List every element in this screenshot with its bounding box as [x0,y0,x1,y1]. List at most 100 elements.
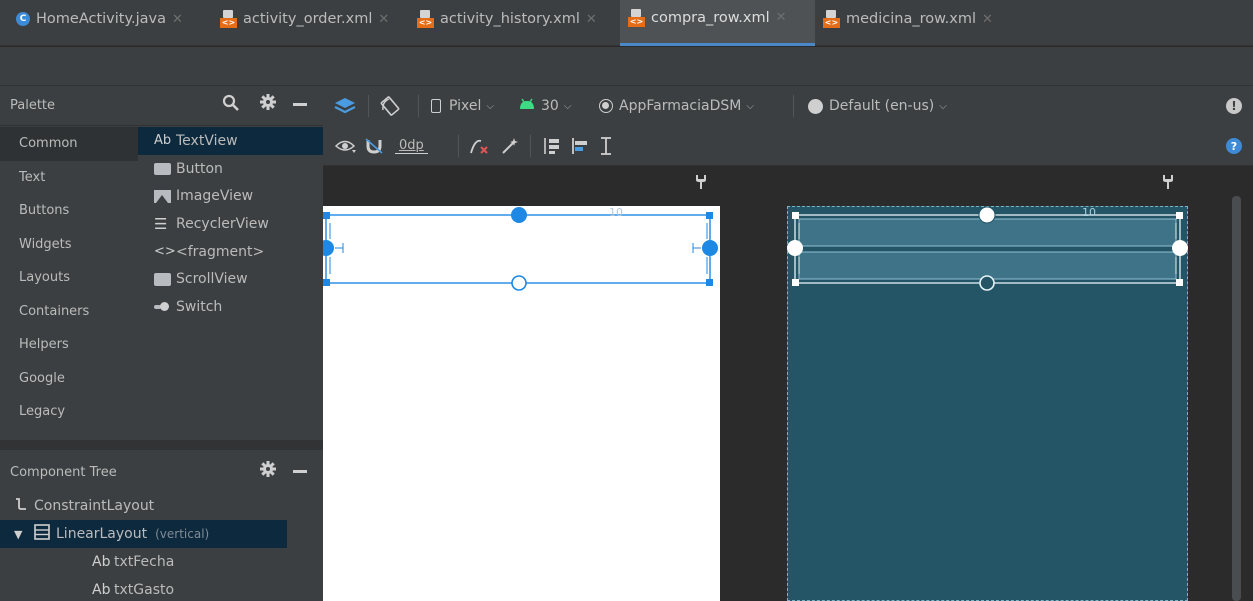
expand-arrow-icon[interactable]: ▼ [14,528,34,541]
search-icon[interactable] [222,94,240,117]
orientation-icon[interactable] [380,86,400,126]
warning-icon[interactable]: ! [1226,86,1242,126]
item-label: Switch [176,298,223,315]
infer-constraints-icon[interactable] [500,126,520,166]
palette-categories: Common Text Buttons Widgets Layouts Cont… [0,127,138,429]
tree-row-linearlayout[interactable]: ▼ LinearLayout (vertical) [0,520,287,548]
globe-icon [808,98,823,114]
palette-item-button[interactable]: Button [138,155,323,183]
close-icon[interactable]: ✕ [172,12,183,27]
category-widgets[interactable]: Widgets [0,228,138,262]
gear-icon[interactable] [259,93,277,116]
palette-item-recyclerview[interactable]: ☰ RecyclerView [138,210,323,238]
palette-item-fragment[interactable]: <> <fragment> [138,238,323,266]
device-selector[interactable]: Pixel ⌵ [431,86,494,126]
blueprint-preview[interactable]: 10 [787,206,1188,601]
selection-overlay [323,207,718,291]
close-icon[interactable]: ✕ [378,12,389,27]
theme-selector[interactable]: AppFarmaciaDSM ⌵ [599,86,754,126]
tab-label: HomeActivity.java [36,11,166,27]
category-containers[interactable]: Containers [0,295,138,329]
component-tree-title: Component Tree [10,465,117,480]
palette-title: Palette [10,98,56,113]
close-icon[interactable]: ✕ [982,12,993,27]
chevron-down-icon: ⌵ [563,100,572,112]
switch-icon [154,302,176,312]
gear-icon[interactable] [259,460,277,483]
locale-selector[interactable]: Default (en-us) ⌵ [808,86,947,126]
category-common[interactable]: Common [0,127,138,161]
magnet-off-icon[interactable] [364,126,384,166]
list-icon: ☰ [154,214,168,233]
close-icon[interactable]: ✕ [776,10,787,25]
api-level-selector[interactable]: 30 ⌵ [519,86,571,126]
minimize-icon[interactable] [293,470,307,473]
wrench-icon[interactable] [695,174,707,194]
design-surface-icon[interactable] [334,86,356,126]
design-toolbar: Pixel ⌵ 30 ⌵ AppFarmaciaDSM ⌵ Default (en-u… [323,86,1253,126]
chevron-down-icon: ⌵ [746,100,754,112]
guidelines-icon[interactable] [598,126,614,166]
tab-activity-order[interactable]: <> activity_order.xml ✕ [212,0,409,46]
category-layouts[interactable]: Layouts [0,261,138,295]
palette-item-scrollview[interactable]: ScrollView [138,265,323,293]
xml-layout-icon: <> [823,10,840,28]
tree-row-label: LinearLayout [56,526,148,542]
tab-label: medicina_row.xml [846,11,976,27]
code-brackets-icon: <> [154,244,176,260]
canvas-scrollbar[interactable] [1232,196,1241,601]
tree-row-txtfecha[interactable]: Ab txtFecha [0,548,287,576]
tab-label: compra_row.xml [651,9,770,26]
help-icon[interactable]: ? [1226,126,1242,166]
palette-panel: Palette Common Text Buttons Widgets Layo… [0,86,323,440]
default-margin-field[interactable]: 0dp [395,126,428,166]
tab-activity-history[interactable]: <> activity_history.xml ✕ [409,0,620,46]
align-left-icon[interactable] [570,126,590,166]
category-google[interactable]: Google [0,362,138,396]
locale-label: Default (en-us) [829,98,935,114]
tree-row-orientation: (vertical) [155,527,210,541]
item-label: <fragment> [176,243,265,260]
category-buttons[interactable]: Buttons [0,194,138,228]
palette-item-imageview[interactable]: ImageView [138,182,323,210]
tab-label: activity_history.xml [440,11,580,27]
item-label: RecyclerView [176,215,269,232]
wrench-icon[interactable] [1162,174,1174,194]
tab-home-activity[interactable]: C HomeActivity.java ✕ [0,0,212,46]
blueprint-overlay [787,206,1188,291]
component-tree-panel: Component Tree ConstraintLayout ▼ Linear… [0,440,323,601]
minimize-icon[interactable] [293,103,307,106]
design-canvas[interactable]: 10 10 [323,166,1253,601]
pack-icon[interactable] [541,126,561,166]
item-label: ScrollView [176,271,248,288]
constraint-layout-icon [14,497,34,515]
eye-icon[interactable] [335,126,357,166]
item-label: TextView [176,132,238,149]
tree-row-txtgasto[interactable]: Ab txtGasto [0,576,287,601]
layout-tools-toolbar: 0dp ? [323,126,1253,166]
category-helpers[interactable]: Helpers [0,328,138,362]
tab-compra-row[interactable]: <> compra_row.xml ✕ [620,0,815,46]
category-legacy[interactable]: Legacy [0,395,138,429]
clear-constraints-icon[interactable] [469,126,489,166]
tree-row-label: txtGasto [114,582,175,598]
palette-item-switch[interactable]: Switch [138,293,323,321]
palette-header: Palette [0,86,323,126]
image-icon [154,189,171,203]
component-tree-header: Component Tree [0,450,323,492]
theme-icon [599,99,613,113]
textview-icon: Ab [154,133,172,149]
api-label: 30 [541,98,559,114]
margin-label: 10 [1082,206,1096,219]
close-icon[interactable]: ✕ [586,12,597,27]
java-class-icon: C [16,12,30,26]
android-icon [519,98,535,114]
tree-row-constraintlayout[interactable]: ConstraintLayout [0,492,287,520]
palette-item-textview[interactable]: Ab TextView [138,127,323,155]
category-text[interactable]: Text [0,161,138,195]
tree-scroll-area [287,512,323,601]
design-preview[interactable]: 10 [323,206,720,601]
tab-medicina-row[interactable]: <> medicina_row.xml ✕ [815,0,1020,46]
margin-label: 10 [609,206,623,219]
item-label: Button [176,160,223,177]
